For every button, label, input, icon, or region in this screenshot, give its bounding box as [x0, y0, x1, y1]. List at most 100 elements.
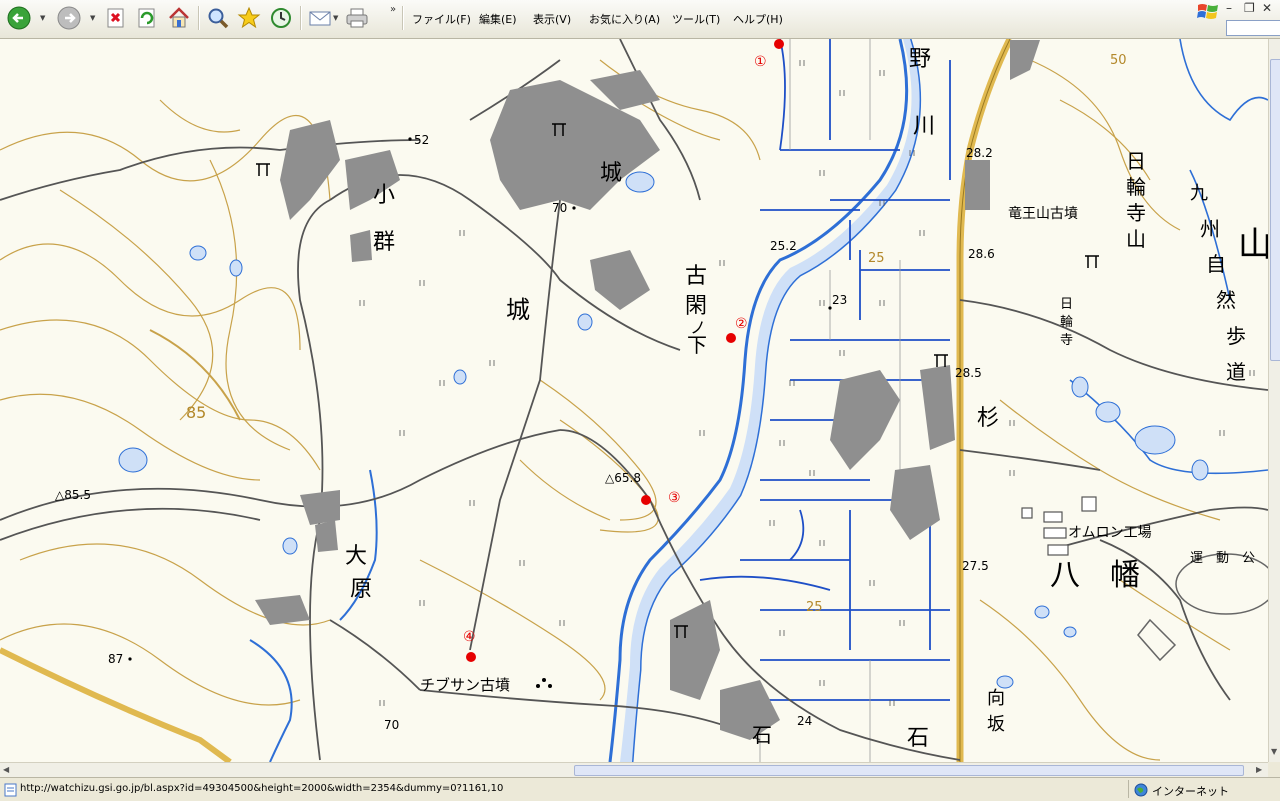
elevation-52: 52 [414, 133, 429, 147]
menu-file[interactable]: ファイル(F) [412, 11, 471, 27]
scroll-right-icon[interactable]: ▶ [1256, 765, 1262, 774]
place-undo-koen: 運 動 公 [1190, 551, 1255, 566]
place-sugi: 杉 [977, 406, 999, 431]
place-furukan-2: 閑 [685, 294, 707, 319]
river-no: 野 [909, 47, 931, 72]
home-icon[interactable] [166, 5, 192, 31]
menu-view[interactable]: 表示(V) [533, 11, 571, 27]
internet-zone-icon [1134, 782, 1148, 801]
scroll-down-icon[interactable]: ▼ [1271, 747, 1277, 756]
horizontal-scrollbar[interactable]: ◀ ▶ [0, 762, 1268, 777]
place-nichirinji-1: 日 [1060, 297, 1073, 312]
menu-favorites[interactable]: お気に入り(A) [589, 11, 660, 27]
contour-label-50: 50 [1110, 53, 1127, 68]
security-zone-label: インターネット [1152, 785, 1229, 798]
river-kawa: 川 [913, 114, 935, 139]
menu-edit[interactable]: 編集(E) [479, 11, 517, 27]
place-shiro-top: 城 [600, 161, 622, 186]
map-canvas: 小 群 城 城 古 閑 ノ 下 野 川 日 輪 寺 山 九 州 自 然 歩 道 … [0, 39, 1268, 762]
site-marker-4[interactable] [466, 652, 476, 662]
place-mukosaka-1: 向 [987, 688, 1005, 709]
place-chifusan-kofun: チブサン古墳 [420, 676, 510, 694]
favorites-icon[interactable] [236, 5, 262, 31]
contour-label-25-b: 25 [806, 600, 823, 615]
elevation-23: 23 [832, 293, 847, 307]
restore-icon[interactable]: ❐ [1244, 1, 1255, 15]
print-icon[interactable] [344, 5, 370, 31]
stop-icon[interactable] [103, 5, 129, 31]
search-icon[interactable] [205, 5, 231, 31]
refresh-icon[interactable] [134, 5, 160, 31]
trail-kyushu-1: 九 [1190, 183, 1208, 204]
elevation-87: 87 [108, 652, 123, 666]
page-icon [4, 782, 17, 801]
place-ogumi-2: 群 [373, 230, 395, 255]
trail-kyushu-2: 州 [1200, 217, 1220, 241]
elevation-70: 70 [552, 201, 567, 215]
place-yama: 山 [1238, 225, 1268, 265]
status-bar: http://watchizu.gsi.go.jp/bl.aspx?id=493… [0, 777, 1280, 801]
elevation-28-6: 28.6 [968, 247, 995, 261]
menu-tools[interactable]: ツール(T) [672, 11, 720, 27]
back-icon[interactable] [6, 5, 32, 31]
place-nichirin-1: 日 [1126, 149, 1146, 173]
contour-label-85: 85 [186, 403, 206, 422]
vertical-scrollbar[interactable]: ▼ [1268, 39, 1280, 762]
elevation-27-5: 27.5 [962, 559, 989, 573]
browser-toolbar: ▼ ▼ ▼ » ファイル(F) 編集(E) 表示(V) お気に入り(A) ツール… [0, 0, 1280, 39]
elevation-25-2: 25.2 [770, 239, 797, 253]
place-furukan-1: 古 [685, 264, 707, 289]
place-ohara-1: 大 [345, 544, 367, 569]
place-nichirin-2: 輪 [1126, 175, 1146, 199]
trail-kyushu-6: 道 [1226, 360, 1246, 384]
place-yahata-2: 幡 [1110, 558, 1140, 593]
contour-label-25-a: 25 [868, 251, 885, 266]
place-mukosaka-2: 坂 [987, 714, 1005, 735]
horizontal-scroll-thumb[interactable] [574, 765, 1244, 776]
place-yahata-1: 八 [1050, 558, 1080, 593]
menu-help[interactable]: ヘルプ(H) [733, 11, 783, 27]
trail-kyushu-3: 自 [1206, 252, 1226, 276]
search-box[interactable] [1226, 20, 1280, 36]
place-nichirinji-2: 輪 [1060, 314, 1073, 330]
place-shiro: 城 [506, 296, 530, 324]
elevation-24: 24 [797, 714, 812, 728]
status-url: http://watchizu.gsi.go.jp/bl.aspx?id=493… [20, 783, 504, 794]
site-marker-1[interactable] [774, 39, 784, 49]
elevation-28-5: 28.5 [955, 366, 982, 380]
trail-kyushu-5: 歩 [1226, 324, 1246, 348]
close-icon[interactable]: ✕ [1262, 1, 1272, 15]
place-ohara-2: 原 [350, 577, 372, 602]
site-label-4: ④ [463, 629, 476, 645]
forward-icon[interactable] [56, 5, 82, 31]
forward-dropdown-icon[interactable]: ▼ [90, 14, 95, 22]
site-marker-2[interactable] [726, 333, 736, 343]
place-ryuozan-kofun: 竜王山古墳 [1008, 205, 1078, 222]
trail-kyushu-4: 然 [1216, 288, 1236, 312]
site-label-3: ③ [668, 490, 681, 506]
site-label-1: ① [754, 54, 767, 70]
triangulation-65-8: △65.8 [605, 471, 641, 485]
windows-logo-icon [1196, 1, 1220, 23]
place-ogumi-1: 小 [373, 183, 395, 208]
toolbar-overflow-icon[interactable]: » [390, 4, 396, 15]
site-marker-3[interactable] [641, 495, 651, 505]
place-nichirin-3: 寺 [1126, 201, 1146, 225]
mail-dropdown-icon[interactable]: ▼ [333, 14, 338, 22]
history-icon[interactable] [268, 5, 294, 31]
place-omron-factory: オムロン工場 [1068, 525, 1152, 541]
topographic-map[interactable]: 小 群 城 城 古 閑 ノ 下 野 川 日 輪 寺 山 九 州 自 然 歩 道 … [0, 39, 1268, 762]
site-label-2: ② [735, 316, 748, 332]
scroll-left-icon[interactable]: ◀ [3, 765, 9, 774]
elevation-28-2: 28.2 [966, 146, 993, 160]
place-ishi-2: 石 [907, 726, 929, 751]
place-ishi-1: 石 [752, 723, 772, 747]
mail-icon[interactable] [307, 5, 333, 31]
minimize-icon[interactable]: – [1226, 1, 1232, 15]
vertical-scroll-thumb[interactable] [1270, 59, 1280, 361]
back-dropdown-icon[interactable]: ▼ [40, 14, 45, 22]
place-nichirinji-3: 寺 [1060, 333, 1073, 348]
place-furukan-4: 下 [687, 333, 707, 357]
elevation-70-south: 70 [384, 718, 399, 732]
triangulation-85-5: △85.5 [55, 488, 91, 502]
